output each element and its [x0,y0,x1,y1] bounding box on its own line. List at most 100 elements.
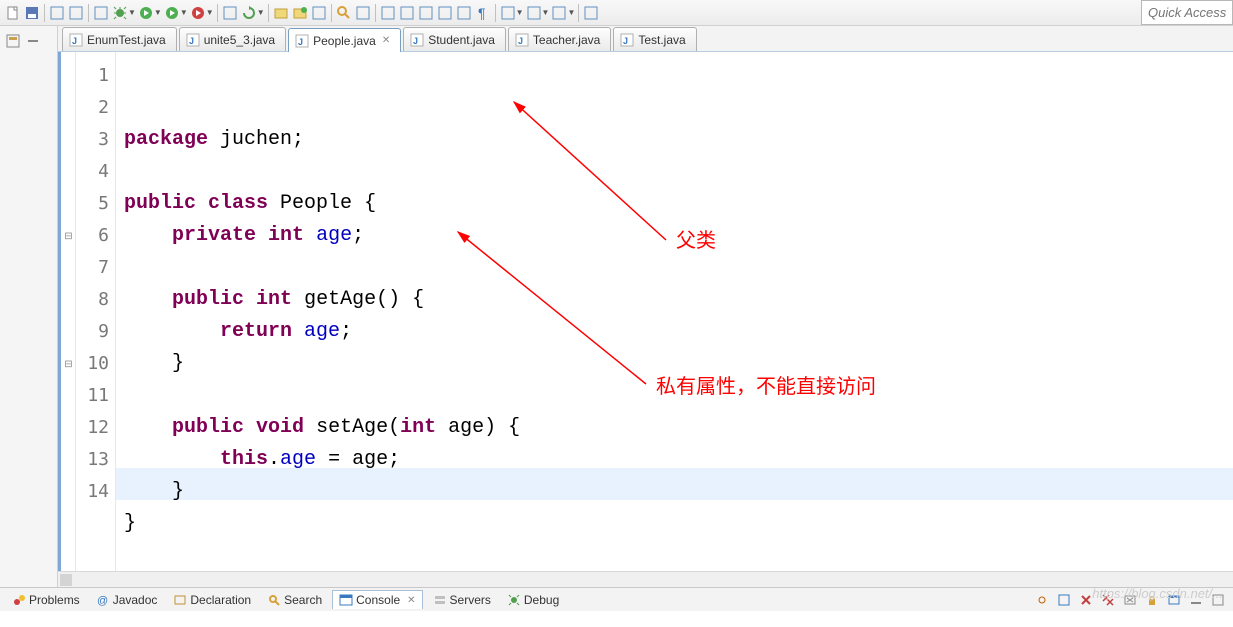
highlight-icon[interactable] [398,4,416,22]
gutter-marker [62,316,75,348]
new-pkg-icon[interactable] [221,4,239,22]
view-tab-declaration[interactable]: Declaration [167,591,257,609]
annotation-label: 私有属性，不能直接访问 [656,370,876,399]
tab-label: People.java [313,34,376,48]
line-number: 6 [76,220,109,252]
collapse-toggle-icon[interactable]: ⊟ [64,359,72,370]
view-tab-debug[interactable]: Debug [501,591,565,609]
ext-tools-icon[interactable] [189,4,207,22]
line-number: 14 [76,476,109,508]
close-tab-icon[interactable]: ✕ [382,35,390,46]
editor-tab-teacher-java[interactable]: J Teacher.java [508,27,611,51]
print-icon[interactable] [48,4,66,22]
view-tab-javadoc[interactable]: @Javadoc [90,591,164,609]
line-number: 3 [76,124,109,156]
view-tab-servers[interactable]: Servers [427,591,497,609]
nav-back-dropdown[interactable]: ▼ [542,8,550,17]
code-line [124,156,1233,188]
refresh-icon[interactable] [240,4,258,22]
svg-text:J: J [518,36,523,46]
view-tab-problems[interactable]: Problems [6,591,86,609]
editor-tab-test-java[interactable]: JTest.java [613,27,696,51]
quick-access-input[interactable] [1141,0,1233,25]
restore-view-icon[interactable] [6,34,20,48]
code-editor[interactable]: package juchen; public class People { pr… [116,52,1233,571]
code-line: public class People { [124,188,1233,220]
nav-back-icon[interactable] [525,4,543,22]
view-tab-label: Debug [524,593,559,607]
java-file-icon: J [69,33,83,47]
gutter-marker [62,60,75,92]
editor-tab-student-java[interactable]: JStudent.java [403,27,506,51]
format-icon[interactable] [436,4,454,22]
search2-icon[interactable] [335,4,353,22]
close-view-icon[interactable]: ✕ [407,595,415,606]
open-type-icon[interactable] [272,4,290,22]
run-dropdown[interactable]: ▼ [154,8,162,17]
debug-icon[interactable] [111,4,129,22]
editor-tab-people-java[interactable]: JPeople.java✕ [288,28,401,52]
java-file-icon: J [515,33,529,47]
paint-icon[interactable] [354,4,372,22]
editor-tab-enumtest-java[interactable]: JEnumTest.java [62,27,177,51]
display-selected-icon[interactable] [1055,591,1073,609]
wand-icon[interactable] [379,4,397,22]
watermark: https://blog.csdn.net/... [1092,586,1223,601]
line-number: 13 [76,444,109,476]
debug-icon [507,593,521,607]
editor-tabs: JEnumTest.javaJunite5_3.javaJPeople.java… [58,26,1233,52]
java-file-icon: J [186,33,200,47]
doc-icon[interactable] [455,4,473,22]
pilcrow-icon[interactable]: ¶ [474,4,492,22]
nav-fwd-icon[interactable] [550,4,568,22]
gutter-marker [62,444,75,476]
run-icon[interactable] [137,4,155,22]
pin-icon[interactable] [582,4,600,22]
line-number: 1 [76,60,109,92]
editor-tab-unite5_3-java[interactable]: Junite5_3.java [179,27,286,51]
view-tab-search[interactable]: Search [261,591,328,609]
run-last-icon[interactable] [163,4,181,22]
code-line: package juchen; [124,124,1233,156]
skip-icon[interactable] [92,4,110,22]
run-last-dropdown[interactable]: ▼ [180,8,188,17]
toggle-icon[interactable] [499,4,517,22]
open-task-icon[interactable] [291,4,309,22]
editor-area: JEnumTest.javaJunite5_3.javaJPeople.java… [58,26,1233,587]
debug-dropdown[interactable]: ▼ [128,8,136,17]
search-icon [267,593,281,607]
horizontal-scrollbar[interactable] [58,571,1233,587]
line-number: 10 [76,348,109,380]
svg-text:@: @ [97,595,108,607]
collapse-toggle-icon[interactable]: ⊟ [64,231,72,242]
servers-icon [433,593,447,607]
pin-console-icon[interactable] [1033,591,1051,609]
new-icon[interactable] [4,4,22,22]
line-number: 4 [76,156,109,188]
tab-label: Teacher.java [533,33,600,47]
nav-icon[interactable] [310,4,328,22]
line-number: 7 [76,252,109,284]
main-toolbar: ▼ ▼ ▼ ▼ ▼ ¶ ▼ ▼ ▼ [0,0,1233,26]
build-icon[interactable] [67,4,85,22]
ext-tools-dropdown[interactable]: ▼ [206,8,214,17]
svg-text:J: J [413,36,418,46]
cut-icon[interactable] [417,4,435,22]
gutter-marker [62,124,75,156]
nav-fwd-dropdown[interactable]: ▼ [567,8,575,17]
minimize-view-icon[interactable] [26,34,40,48]
line-number: 5 [76,188,109,220]
line-number: 8 [76,284,109,316]
code-line [124,540,1233,571]
toggle-dropdown[interactable]: ▼ [516,8,524,17]
refresh-dropdown[interactable]: ▼ [257,8,265,17]
line-number: 11 [76,380,109,412]
view-tab-console[interactable]: Console ✕ [332,590,422,609]
svg-text:¶: ¶ [478,5,486,21]
code-line: return age; [124,316,1233,348]
save-icon[interactable] [23,4,41,22]
gutter-marker [62,252,75,284]
javadoc-icon: @ [96,593,110,607]
bottom-views-bar: Problems@JavadocDeclarationSearchConsole… [0,587,1233,611]
svg-text:J: J [189,36,194,46]
